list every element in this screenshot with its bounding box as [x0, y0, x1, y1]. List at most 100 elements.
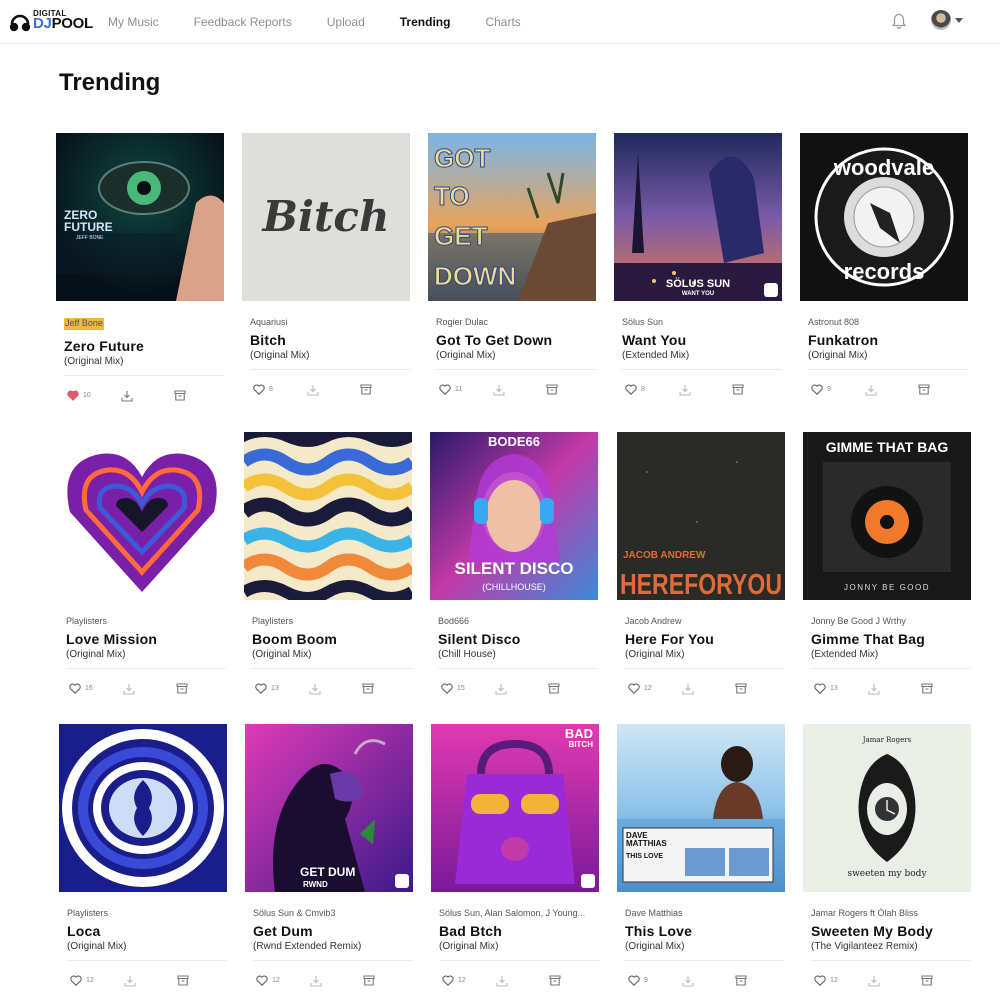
- crate-icon[interactable]: [363, 975, 375, 986]
- artist-name[interactable]: Sölus Sun, Alan Salomon, J Young...: [439, 908, 594, 920]
- download-icon[interactable]: [682, 683, 694, 695]
- download-icon[interactable]: [123, 683, 135, 695]
- album-cover[interactable]: BAD BITCH: [431, 724, 599, 892]
- svg-text:Bitch: Bitch: [262, 192, 390, 241]
- album-cover[interactable]: GET DUM RWND: [245, 724, 413, 892]
- artist-name[interactable]: Jeff Bone: [64, 318, 104, 330]
- heart-icon[interactable]: [70, 975, 82, 986]
- artist-name[interactable]: Dave Matthias: [625, 908, 780, 920]
- artist-name[interactable]: Sölus Sun: [622, 317, 777, 329]
- track-title[interactable]: Bitch: [250, 332, 412, 348]
- heart-icon[interactable]: [442, 975, 454, 986]
- crate-icon[interactable]: [176, 683, 188, 694]
- artist-name[interactable]: Jamar Rogers ft Ólah Bliss: [811, 908, 966, 920]
- artist-name[interactable]: Jacob Andrew: [625, 616, 780, 628]
- download-icon[interactable]: [121, 390, 133, 402]
- crate-icon[interactable]: [360, 384, 372, 395]
- track-title[interactable]: Want You: [622, 332, 784, 348]
- track-title[interactable]: Sweeten My Body: [811, 923, 973, 939]
- heart-icon[interactable]: [628, 683, 640, 694]
- download-icon[interactable]: [682, 975, 694, 987]
- track-title[interactable]: Funkatron: [808, 332, 970, 348]
- album-cover[interactable]: BODE66 SILENT DISCO (CHILLHOUSE): [430, 432, 598, 600]
- album-cover[interactable]: Jamar Rogers sweeten my body: [803, 724, 971, 892]
- download-icon[interactable]: [496, 975, 508, 987]
- track-title[interactable]: Silent Disco: [438, 631, 600, 647]
- crate-icon[interactable]: [921, 683, 933, 694]
- heart-icon[interactable]: [255, 683, 267, 694]
- heart-icon[interactable]: [628, 975, 640, 986]
- album-cover[interactable]: [244, 432, 412, 600]
- crate-icon[interactable]: [362, 683, 374, 694]
- heart-icon[interactable]: [439, 384, 451, 395]
- heart-icon[interactable]: [814, 683, 826, 694]
- track-title[interactable]: Boom Boom: [252, 631, 414, 647]
- track-title[interactable]: Got To Get Down: [436, 332, 598, 348]
- bell-icon[interactable]: [890, 12, 908, 30]
- heart-icon[interactable]: [625, 384, 637, 395]
- crate-icon[interactable]: [549, 975, 561, 986]
- track-title[interactable]: Here For You: [625, 631, 787, 647]
- track-title[interactable]: Zero Future: [64, 338, 226, 354]
- crate-icon[interactable]: [177, 975, 189, 986]
- download-icon[interactable]: [868, 683, 880, 695]
- heart-icon[interactable]: [253, 384, 265, 395]
- download-icon[interactable]: [307, 384, 319, 396]
- download-icon[interactable]: [495, 683, 507, 695]
- album-cover[interactable]: DAVE MATTHIAS THIS LOVE: [617, 724, 785, 892]
- artist-name[interactable]: Sölus Sun & Cmvib3: [253, 908, 408, 920]
- crate-icon[interactable]: [546, 384, 558, 395]
- heart-icon[interactable]: [67, 390, 79, 401]
- album-cover[interactable]: [58, 432, 226, 600]
- track-title[interactable]: Gimme That Bag: [811, 631, 973, 647]
- chevron-down-icon[interactable]: [955, 18, 963, 23]
- artist-name[interactable]: Bod666: [438, 616, 593, 628]
- nav-feedback-reports[interactable]: Feedback Reports: [194, 15, 292, 29]
- nav-upload[interactable]: Upload: [327, 15, 365, 29]
- artist-name[interactable]: Jonny Be Good J Wrthy: [811, 616, 966, 628]
- album-cover[interactable]: Bitch: [242, 133, 410, 301]
- artist-name[interactable]: Playlisters: [67, 908, 222, 920]
- track-title[interactable]: This Love: [625, 923, 787, 939]
- user-avatar[interactable]: [931, 10, 951, 30]
- download-icon[interactable]: [124, 975, 136, 987]
- crate-icon[interactable]: [735, 975, 747, 986]
- artist-name[interactable]: Astronut 808: [808, 317, 963, 329]
- crate-icon[interactable]: [732, 384, 744, 395]
- crate-icon[interactable]: [548, 683, 560, 694]
- album-cover[interactable]: [59, 724, 227, 892]
- artist-name[interactable]: Aquariusi: [250, 317, 405, 329]
- album-cover[interactable]: GOT TO GET DOWN: [428, 133, 596, 301]
- nav-trending[interactable]: Trending: [400, 15, 451, 29]
- download-icon[interactable]: [865, 384, 877, 396]
- album-cover[interactable]: JACOB ANDREW HEREFORYOU: [617, 432, 785, 600]
- download-icon[interactable]: [310, 975, 322, 987]
- track-title[interactable]: Bad Btch: [439, 923, 601, 939]
- album-cover[interactable]: GIMME THAT BAG JONNY BE GOOD: [803, 432, 971, 600]
- heart-icon[interactable]: [256, 975, 268, 986]
- track-title[interactable]: Get Dum: [253, 923, 415, 939]
- heart-icon[interactable]: [69, 683, 81, 694]
- artist-name[interactable]: Playlisters: [252, 616, 407, 628]
- download-icon[interactable]: [493, 384, 505, 396]
- track-title[interactable]: Loca: [67, 923, 229, 939]
- artist-name[interactable]: Rogier Dulac: [436, 317, 591, 329]
- album-cover[interactable]: ZERO FUTURE JEFF BONE: [56, 133, 224, 301]
- digital-dj-pool-logo[interactable]: DIGITAL DJPOOL: [9, 7, 99, 35]
- album-cover[interactable]: woodvale records: [800, 133, 968, 301]
- heart-icon[interactable]: [811, 384, 823, 395]
- download-icon[interactable]: [868, 975, 880, 987]
- heart-icon[interactable]: [441, 683, 453, 694]
- crate-icon[interactable]: [735, 683, 747, 694]
- nav-charts[interactable]: Charts: [485, 15, 520, 29]
- artist-name[interactable]: Playlisters: [66, 616, 221, 628]
- track-title[interactable]: Love Mission: [66, 631, 228, 647]
- download-icon[interactable]: [309, 683, 321, 695]
- crate-icon[interactable]: [918, 384, 930, 395]
- crate-icon[interactable]: [921, 975, 933, 986]
- heart-icon[interactable]: [814, 975, 826, 986]
- nav-my-music[interactable]: My Music: [108, 15, 159, 29]
- album-cover[interactable]: SÖLUS SUN WANT YOU: [614, 133, 782, 301]
- crate-icon[interactable]: [174, 390, 186, 401]
- download-icon[interactable]: [679, 384, 691, 396]
